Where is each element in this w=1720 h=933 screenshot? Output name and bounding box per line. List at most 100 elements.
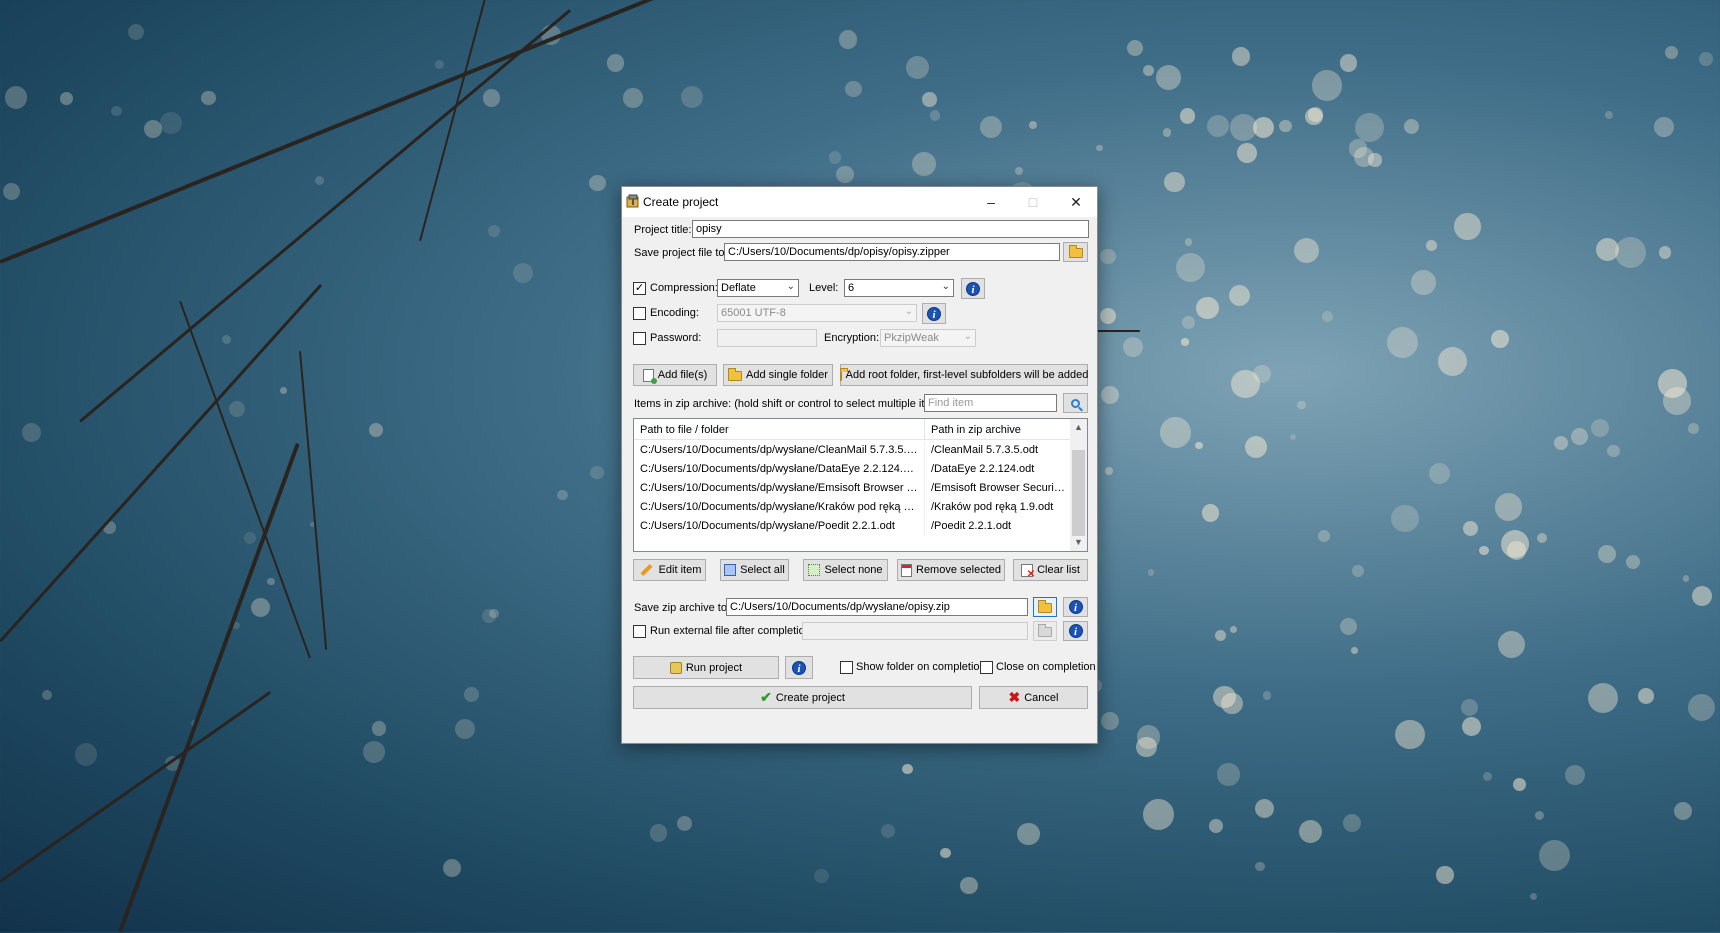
bokeh-light <box>902 763 913 775</box>
close-on-completion-checkbox[interactable] <box>980 661 993 674</box>
bokeh-light <box>1497 630 1526 659</box>
bokeh-light <box>828 150 842 164</box>
bokeh-light <box>1682 575 1689 582</box>
bokeh-light <box>1404 118 1420 134</box>
save-zip-label: Save zip archive to: <box>634 602 730 614</box>
column-header-path[interactable]: Path to file / folder <box>634 419 924 440</box>
bokeh-light <box>1311 70 1343 102</box>
zip-info-button[interactable]: i <box>1063 597 1088 617</box>
minimize-icon[interactable]: – <box>970 187 1012 217</box>
bokeh-light <box>60 92 74 105</box>
select-none-button[interactable]: Select none <box>803 559 888 581</box>
bokeh-light <box>1217 763 1240 786</box>
bokeh-light <box>606 53 625 72</box>
encoding-info-button[interactable]: i <box>922 303 946 324</box>
table-row[interactable]: C:/Users/10/Documents/dp/wysłane/Poedit … <box>634 517 1072 536</box>
bokeh-light <box>1127 40 1144 57</box>
select-all-button[interactable]: Select all <box>720 559 789 581</box>
add-file-icon <box>642 368 657 384</box>
bokeh-light <box>623 88 643 108</box>
select-none-label: Select none <box>824 564 883 576</box>
compression-info-button[interactable]: i <box>961 278 985 299</box>
info-icon: i <box>927 306 941 321</box>
encoding-label: Encoding: <box>650 307 699 319</box>
find-item-input[interactable]: Find item <box>924 394 1057 412</box>
run-icon <box>669 661 682 674</box>
list-scrollbar[interactable]: ▲ ▼ <box>1070 419 1087 551</box>
password-checkbox[interactable] <box>633 332 646 345</box>
show-folder-checkbox[interactable] <box>840 661 853 674</box>
bokeh-light <box>1184 238 1193 246</box>
bokeh-light <box>1136 725 1161 749</box>
level-select[interactable]: 6 ⌄ <box>844 279 954 297</box>
maximize-icon: □ <box>1028 194 1038 210</box>
remove-icon <box>901 563 912 577</box>
create-project-button[interactable]: ✔ Create project <box>633 686 972 709</box>
bokeh-light <box>1607 444 1620 457</box>
tree-branch <box>0 283 323 643</box>
cancel-label: Cancel <box>1024 691 1059 704</box>
bokeh-light <box>1100 385 1120 405</box>
create-project-label: Create project <box>775 691 845 704</box>
table-row[interactable]: C:/Users/10/Documents/dp/wysłane/Emsisof… <box>634 479 1072 498</box>
edit-item-button[interactable]: Edit item <box>633 559 706 581</box>
bokeh-light <box>251 597 271 617</box>
encoding-checkbox[interactable] <box>633 307 646 320</box>
items-list[interactable]: Path to file / folder Path in zip archiv… <box>633 418 1088 552</box>
bokeh-light <box>1317 529 1330 542</box>
bokeh-light <box>1428 462 1450 484</box>
bokeh-light <box>482 89 501 107</box>
search-button[interactable] <box>1063 393 1088 413</box>
cancel-button[interactable]: ✖ Cancel <box>979 686 1088 709</box>
compression-select[interactable]: Deflate ⌄ <box>717 279 799 297</box>
save-zip-input[interactable]: C:/Users/10/Documents/dp/wysłane/opisy.z… <box>726 598 1028 616</box>
project-title-label: Project title: <box>634 224 692 236</box>
bokeh-light <box>650 824 668 842</box>
bokeh-light <box>1159 416 1191 448</box>
bokeh-light <box>557 490 568 501</box>
bokeh-light <box>1436 866 1454 884</box>
title-bar[interactable]: Create project – □ ✕ <box>622 187 1097 217</box>
bokeh-light <box>1209 819 1223 833</box>
scroll-up-icon[interactable]: ▲ <box>1070 419 1087 436</box>
bokeh-light <box>41 690 52 701</box>
add-files-button[interactable]: Add file(s) <box>633 364 717 386</box>
browse-project-button[interactable] <box>1063 242 1088 262</box>
bokeh-light <box>1340 617 1358 635</box>
scroll-down-icon[interactable]: ▼ <box>1070 534 1087 551</box>
table-row[interactable]: C:/Users/10/Documents/dp/wysłane/DataEye… <box>634 460 1072 479</box>
bokeh-light <box>1479 545 1489 556</box>
bokeh-light <box>836 166 854 184</box>
remove-selected-button[interactable]: Remove selected <box>897 559 1005 581</box>
close-icon[interactable]: ✕ <box>1055 187 1097 217</box>
add-root-folder-button[interactable]: Add root folder, first-level subfolders … <box>839 364 1088 386</box>
tree-branch <box>79 8 572 423</box>
table-row[interactable]: C:/Users/10/Documents/dp/wysłane/CleanMa… <box>634 441 1072 460</box>
run-info-button[interactable]: i <box>785 656 813 679</box>
folder-icon <box>1038 624 1052 637</box>
compression-label: Compression: <box>650 282 718 294</box>
bokeh-light <box>1454 213 1481 240</box>
compression-checkbox[interactable] <box>633 282 646 295</box>
external-info-button[interactable]: i <box>1063 621 1088 641</box>
x-icon: ✖ <box>1008 689 1021 705</box>
scroll-thumb[interactable] <box>1072 450 1085 536</box>
clear-list-button[interactable]: Clear list <box>1013 559 1088 581</box>
row-zip-path: /CleanMail 5.7.3.5.odt <box>924 441 1072 460</box>
compression-value: Deflate <box>721 282 756 294</box>
table-row[interactable]: C:/Users/10/Documents/dp/wysłane/Kraków … <box>634 498 1072 517</box>
project-title-input[interactable]: opisy <box>692 220 1089 238</box>
bokeh-light <box>1462 717 1482 737</box>
save-project-input[interactable]: C:/Users/10/Documents/dp/opisy/opisy.zip… <box>724 243 1060 261</box>
run-project-button[interactable]: Run project <box>633 656 779 679</box>
bokeh-light <box>1213 685 1237 709</box>
bokeh-light <box>1322 310 1334 322</box>
bokeh-light <box>22 423 42 443</box>
browse-zip-button[interactable] <box>1033 597 1057 617</box>
column-header-zip-path[interactable]: Path in zip archive <box>924 419 1072 440</box>
folder-icon <box>1068 245 1083 258</box>
add-single-folder-button[interactable]: Add single folder <box>723 364 833 386</box>
bokeh-light <box>267 577 275 586</box>
bokeh-light <box>911 151 936 177</box>
run-external-checkbox[interactable] <box>633 625 646 638</box>
